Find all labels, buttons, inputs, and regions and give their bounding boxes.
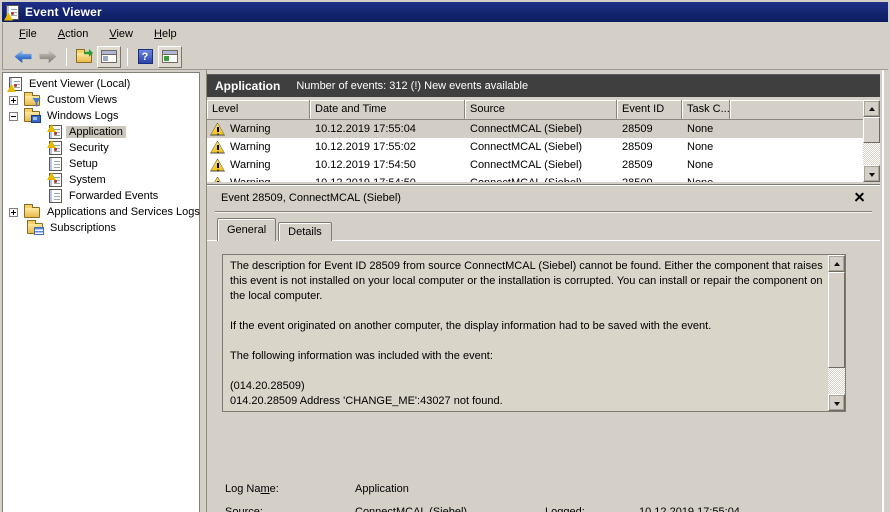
menu-action[interactable]: Action xyxy=(50,26,97,42)
field-logged-value: 10.12.2019 17:55:04 xyxy=(639,505,740,512)
action-pane-splitter[interactable] xyxy=(880,70,890,512)
event-row[interactable]: Warning 10.12.2019 17:55:04 ConnectMCAL … xyxy=(207,120,863,138)
tree-item-custom-views[interactable]: Custom Views xyxy=(3,91,199,108)
field-log-name-value: Application xyxy=(355,482,409,495)
column-header-source[interactable]: Source xyxy=(465,100,617,120)
description-scrollbar[interactable] xyxy=(828,255,845,411)
tree-item-system[interactable]: System xyxy=(3,172,199,188)
tree-item-setup[interactable]: Setup xyxy=(3,156,199,172)
tab-details[interactable]: Details xyxy=(278,222,332,241)
menubar: File Action View Help xyxy=(2,23,888,44)
detail-separator xyxy=(215,211,872,213)
event-detail-pane: Event 28509, ConnectMCAL (Siebel) Genera… xyxy=(207,184,880,512)
events-table: Level Date and Time Source Event ID Task… xyxy=(207,100,880,182)
general-tab-page: The description for Event ID 28509 from … xyxy=(207,240,880,512)
warning-icon xyxy=(210,158,225,172)
list-scrollbar-thumb[interactable] xyxy=(863,117,880,143)
scroll-down-button[interactable] xyxy=(863,165,880,182)
toolbar xyxy=(2,44,888,70)
warning-icon xyxy=(210,122,225,136)
setup-log-icon xyxy=(49,157,62,171)
forwarded-events-log-icon xyxy=(49,189,62,203)
column-header-level[interactable]: Level xyxy=(207,100,310,120)
detail-title: Event 28509, ConnectMCAL (Siebel) xyxy=(221,192,401,204)
menu-file[interactable]: File xyxy=(11,26,45,42)
event-row[interactable]: Warning 10.12.2019 17:54:50 ConnectMCAL … xyxy=(207,156,863,174)
action-pane-window-icon xyxy=(162,50,178,63)
menu-view[interactable]: View xyxy=(101,26,141,42)
tree-item-forwarded-events[interactable]: Forwarded Events xyxy=(3,188,199,204)
detail-tabs: General Details xyxy=(217,218,334,241)
event-description-box[interactable]: The description for Event ID 28509 from … xyxy=(222,254,846,412)
field-log-name-label: Log Name: xyxy=(225,482,279,495)
windows-logs-folder-icon xyxy=(24,107,41,123)
warning-icon xyxy=(210,140,225,154)
description-scrollbar-thumb[interactable] xyxy=(828,272,845,368)
console-window-icon xyxy=(101,50,117,63)
tab-general[interactable]: General xyxy=(217,218,277,241)
event-description-text: The description for Event ID 28509 from … xyxy=(230,260,823,407)
toolbar-separator xyxy=(66,47,67,66)
pane-subtitle: Number of events: 312 (!) New events ava… xyxy=(296,80,529,92)
forward-arrow-icon xyxy=(39,50,57,63)
application-log-icon xyxy=(47,124,62,139)
window-titlebar[interactable]: Event Viewer xyxy=(2,2,888,22)
custom-views-folder-icon xyxy=(24,91,41,107)
column-header-task-category[interactable]: Task C... xyxy=(682,100,730,120)
help-button[interactable] xyxy=(133,46,157,68)
pane-title: Application xyxy=(215,79,281,93)
scroll-up-button[interactable] xyxy=(863,100,880,117)
menu-help[interactable]: Help xyxy=(146,26,185,42)
events-pane-header: Application Number of events: 312 (!) Ne… xyxy=(207,74,880,97)
event-viewer-icon xyxy=(7,77,22,92)
console-tree-panel: Event Viewer (Local) Custom Views Window… xyxy=(2,72,200,512)
scroll-up-button[interactable] xyxy=(828,255,845,272)
tree-item-security[interactable]: Security xyxy=(3,140,199,156)
field-source-value: ConnectMCAL (Siebel) xyxy=(355,505,468,512)
help-icon xyxy=(137,49,153,64)
event-viewer-app-icon xyxy=(4,4,19,21)
tree-item-windows-logs[interactable]: Windows Logs xyxy=(3,107,199,124)
field-logged-label: Logged: xyxy=(545,505,585,512)
tree-item-application[interactable]: Application xyxy=(3,124,199,140)
column-header-event-id[interactable]: Event ID xyxy=(617,100,682,120)
scroll-down-button[interactable] xyxy=(828,394,845,411)
column-header-date-time[interactable]: Date and Time xyxy=(310,100,465,120)
forward-button[interactable] xyxy=(36,46,60,68)
expand-icon[interactable] xyxy=(9,95,18,105)
folder-icon xyxy=(76,49,92,63)
action-pane-toggle-button[interactable] xyxy=(158,45,182,68)
tree-item-subscriptions[interactable]: Subscriptions xyxy=(3,219,199,236)
console-tree-toggle-button[interactable] xyxy=(97,45,121,68)
window-title: Event Viewer xyxy=(25,5,102,19)
table-header: Level Date and Time Source Event ID Task… xyxy=(207,100,863,120)
event-row[interactable]: Warning 10.12.2019 17:55:02 ConnectMCAL … xyxy=(207,138,863,156)
field-source-label: Source: xyxy=(225,505,263,512)
tree-item-event-viewer-local[interactable]: Event Viewer (Local) xyxy=(3,76,199,92)
security-log-icon xyxy=(47,140,62,155)
events-pane: Application Number of events: 312 (!) Ne… xyxy=(207,70,880,512)
subscriptions-folder-icon xyxy=(27,219,44,235)
expand-icon[interactable] xyxy=(9,207,18,217)
tree-item-applications-services-logs[interactable]: Applications and Services Logs xyxy=(3,203,200,220)
list-scrollbar[interactable] xyxy=(863,100,880,182)
close-icon[interactable] xyxy=(853,191,866,204)
system-log-icon xyxy=(47,172,62,187)
event-row-clipped[interactable]: Warning 10.12.2019 17:54:50 ConnectMCAL … xyxy=(207,174,863,182)
open-folder-button[interactable] xyxy=(72,46,96,68)
event-detail-fields: Log Name: Application Source: ConnectMCA… xyxy=(207,477,880,512)
back-button[interactable] xyxy=(11,46,35,68)
tree-splitter[interactable] xyxy=(200,70,207,512)
warning-icon xyxy=(210,176,225,182)
event-rows: Warning 10.12.2019 17:55:04 ConnectMCAL … xyxy=(207,120,863,182)
collapse-icon[interactable] xyxy=(9,111,18,121)
back-arrow-icon xyxy=(14,50,32,63)
event-viewer-window: Event Viewer File Action View Help Event… xyxy=(0,0,890,512)
column-header-filler xyxy=(730,100,863,120)
toolbar-separator xyxy=(127,47,128,66)
services-logs-folder-icon xyxy=(24,203,40,218)
